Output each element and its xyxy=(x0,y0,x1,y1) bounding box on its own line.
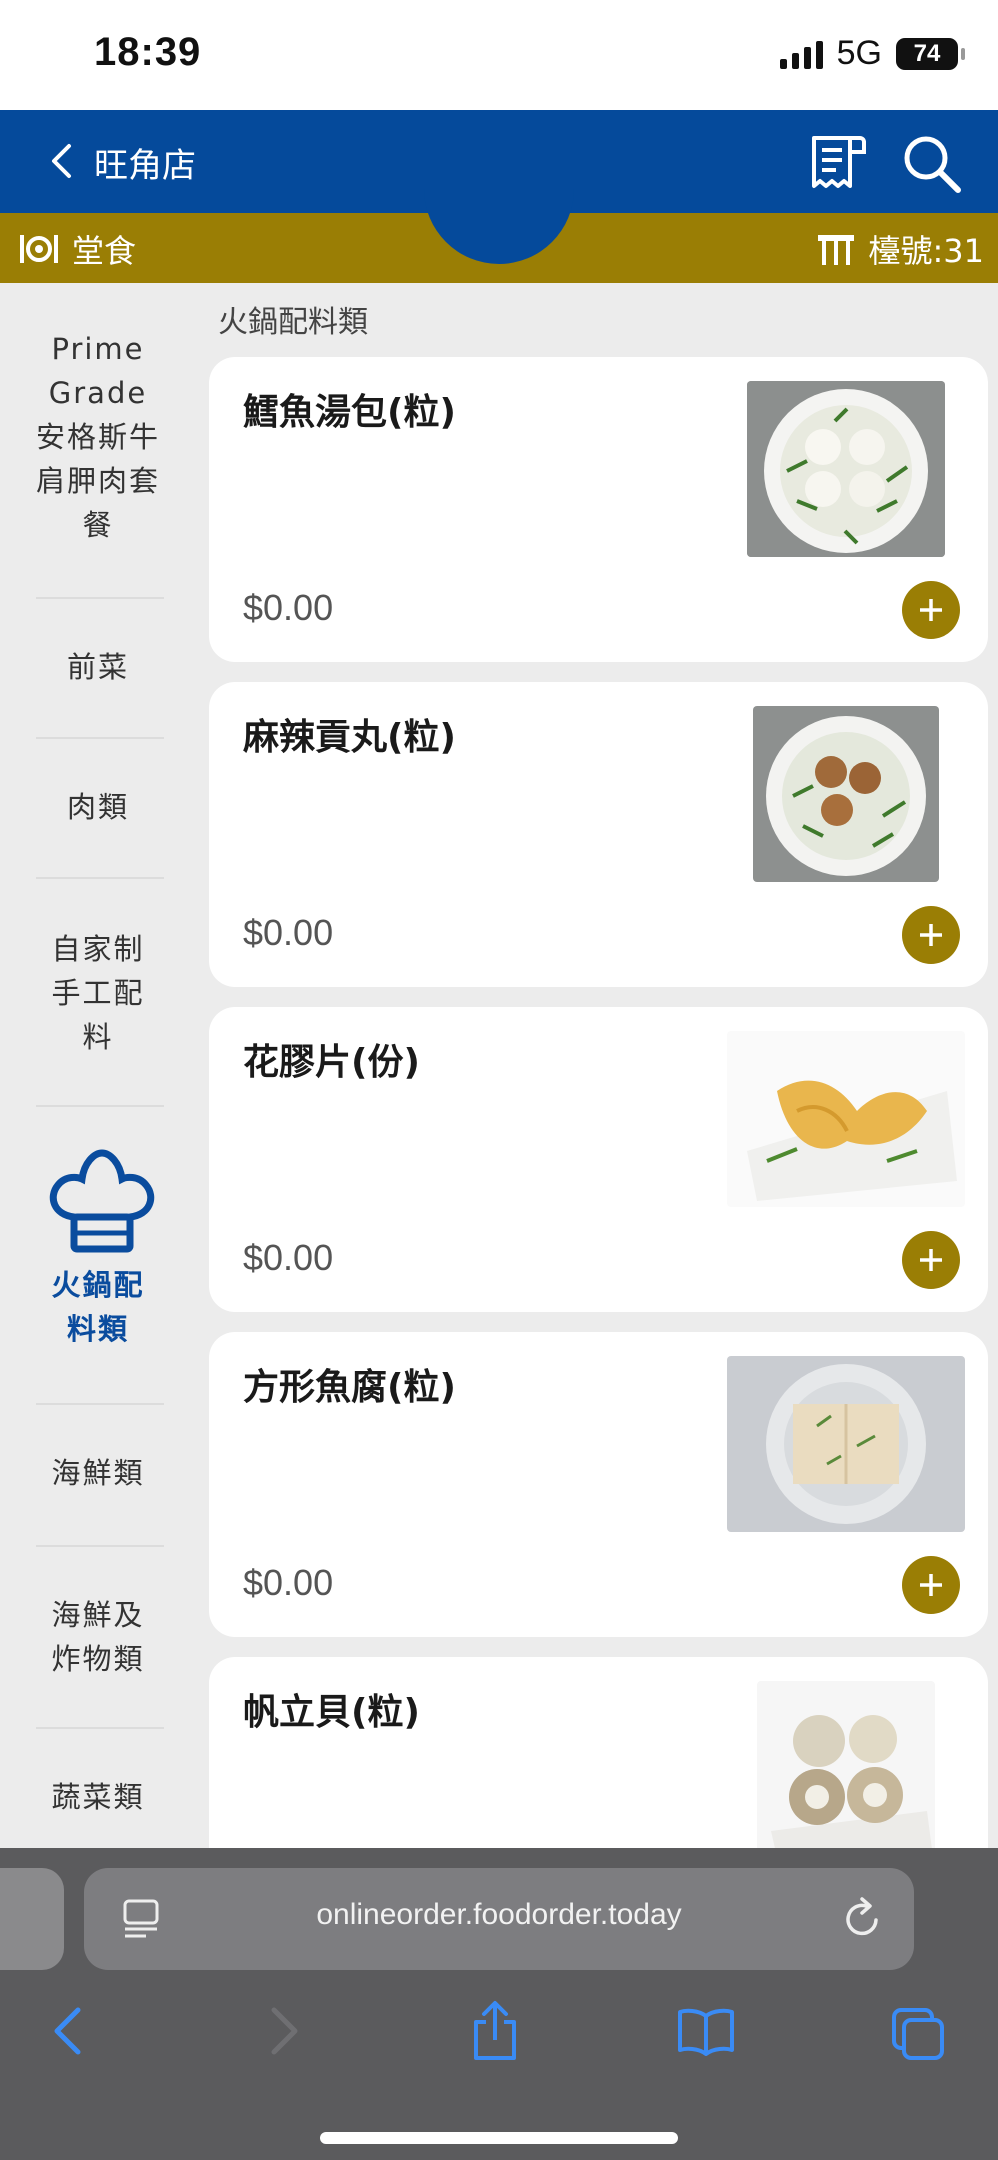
add-to-cart-button[interactable] xyxy=(902,906,960,964)
category-sidebar: Prime Grade 安格斯牛肩胛肉套餐 前菜 肉類 自家制手工配料 火鍋配料… xyxy=(0,283,200,1848)
chevron-left-icon xyxy=(52,144,71,178)
add-to-cart-button[interactable] xyxy=(902,1556,960,1614)
bookmarks-icon[interactable] xyxy=(676,2006,736,2056)
menu-item-card[interactable]: 麻辣貢丸(粒) $0.00 xyxy=(209,682,988,987)
dining-mode-label: 堂食 xyxy=(72,232,137,270)
status-time: 18:39 xyxy=(94,30,202,74)
browser-toolbar: onlineorder.foodorder.today xyxy=(0,1848,998,2160)
address-bar[interactable]: onlineorder.foodorder.today xyxy=(84,1868,914,1970)
item-price: $0.00 xyxy=(243,587,334,628)
share-icon[interactable] xyxy=(470,2000,520,2062)
item-name: 方形魚腐(粒) xyxy=(243,1367,456,1408)
divider xyxy=(36,1545,164,1547)
home-indicator xyxy=(320,2132,678,2144)
menu-list: 火鍋配料類 鱈魚湯包(粒) $0.00 麻辣貢丸(粒) $0.00 花膠片(份)… xyxy=(200,283,998,1848)
sidebar-item-hotpot-label: 火鍋配料類 xyxy=(51,1268,145,1346)
item-name: 麻辣貢丸(粒) xyxy=(243,717,456,758)
item-name: 鱈魚湯包(粒) xyxy=(243,392,456,433)
url-text: onlineorder.foodorder.today xyxy=(316,1898,682,1931)
menu-item-card[interactable]: 帆立貝(粒) xyxy=(209,1657,988,1848)
table-number: 檯號:31 xyxy=(816,226,984,272)
chef-hat-icon xyxy=(49,1149,155,1253)
divider xyxy=(36,737,164,739)
divider xyxy=(36,1727,164,1729)
item-price: $0.00 xyxy=(243,1237,334,1278)
battery-icon: 74 xyxy=(896,37,965,70)
item-image xyxy=(753,706,939,882)
plus-icon xyxy=(920,1574,942,1596)
status-bar: 18:39 5G 74 xyxy=(0,0,998,110)
search-button[interactable] xyxy=(900,132,964,196)
dining-mode: 堂食 xyxy=(18,226,136,272)
plus-icon xyxy=(920,599,942,621)
sidebar-item-homemade[interactable]: 自家制手工配料 xyxy=(0,927,196,1059)
dine-in-icon xyxy=(20,235,58,263)
search-icon xyxy=(904,136,961,193)
item-price: $0.00 xyxy=(243,912,334,953)
divider xyxy=(36,1403,164,1405)
reload-icon[interactable] xyxy=(842,1896,884,1940)
menu-item-card[interactable]: 方形魚腐(粒) $0.00 xyxy=(209,1332,988,1637)
item-name: 花膠片(份) xyxy=(243,1042,420,1083)
sidebar-item-meat[interactable]: 肉類 xyxy=(0,785,196,829)
battery-level: 74 xyxy=(913,39,941,67)
status-indicators: 5G 74 xyxy=(779,34,965,73)
order-list-button[interactable] xyxy=(808,132,868,194)
add-to-cart-button[interactable] xyxy=(902,1231,960,1289)
back-button[interactable] xyxy=(36,136,86,186)
previous-tab[interactable] xyxy=(0,1868,64,1970)
sidebar-item-hotpot[interactable]: 火鍋配料類 xyxy=(0,1143,196,1351)
item-image xyxy=(727,1031,965,1207)
table-icon xyxy=(818,235,855,265)
item-image xyxy=(757,1681,935,1848)
item-price: $0.00 xyxy=(243,1562,334,1603)
receipt-icon xyxy=(812,136,866,188)
sidebar-item-seafood-fried[interactable]: 海鮮及炸物類 xyxy=(0,1593,196,1681)
tabs-icon[interactable] xyxy=(890,2006,946,2060)
table-number-label: 檯號:31 xyxy=(868,232,984,270)
page-title: 旺角店 xyxy=(94,146,196,186)
divider xyxy=(36,597,164,599)
plus-icon xyxy=(920,924,942,946)
network-label: 5G xyxy=(836,34,882,72)
add-to-cart-button[interactable] xyxy=(902,581,960,639)
item-name: 帆立貝(粒) xyxy=(243,1692,420,1733)
browser-back-icon[interactable] xyxy=(50,2006,84,2056)
signal-icon xyxy=(779,39,823,69)
section-title: 火鍋配料類 xyxy=(218,305,368,340)
sidebar-item-seafood[interactable]: 海鮮類 xyxy=(0,1451,196,1495)
item-image xyxy=(727,1356,965,1532)
divider xyxy=(36,1105,164,1107)
menu-item-card[interactable]: 花膠片(份) $0.00 xyxy=(209,1007,988,1312)
divider xyxy=(36,877,164,879)
sidebar-item-vegetables[interactable]: 蔬菜類 xyxy=(0,1775,196,1819)
menu-item-card[interactable]: 鱈魚湯包(粒) $0.00 xyxy=(209,357,988,662)
plus-icon xyxy=(920,1249,942,1271)
browser-forward-icon xyxy=(271,2007,298,2055)
sidebar-item-appetizers[interactable]: 前菜 xyxy=(0,645,196,689)
item-image xyxy=(747,381,945,557)
sidebar-item-prime-grade[interactable]: Prime Grade 安格斯牛肩胛肉套餐 xyxy=(0,327,196,547)
